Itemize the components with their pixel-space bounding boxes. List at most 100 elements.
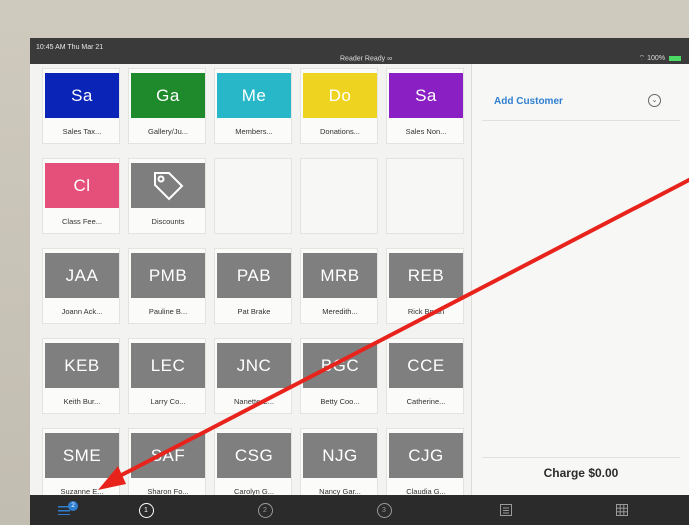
item-tile[interactable]: NJG Nancy Gar... bbox=[300, 428, 378, 504]
item-swatch: Cl bbox=[45, 163, 119, 208]
reader-status: Reader Ready ∞ bbox=[340, 55, 393, 63]
item-tile[interactable]: CSG Carolyn G... bbox=[214, 428, 292, 504]
page-number: 2 bbox=[257, 502, 273, 518]
item-swatch: MRB bbox=[303, 253, 377, 298]
item-abbreviation: CCE bbox=[407, 355, 445, 375]
item-abbreviation: KEB bbox=[64, 355, 100, 375]
item-swatch: Do bbox=[303, 73, 377, 118]
item-tile[interactable]: LEC Larry Co... bbox=[128, 338, 206, 414]
item-tile[interactable]: Ga Gallery/Ju... bbox=[128, 68, 206, 144]
item-abbreviation: JNC bbox=[236, 355, 272, 375]
item-tile[interactable]: Me Members... bbox=[214, 68, 292, 144]
menu-tab[interactable]: 2 bbox=[40, 495, 90, 525]
grid-icon bbox=[616, 504, 628, 516]
item-swatch bbox=[131, 163, 205, 208]
item-name: Betty Coo... bbox=[320, 397, 360, 406]
item-tile[interactable]: MRB Meredith... bbox=[300, 248, 378, 324]
bottom-tab-bar: 2 1 2 3 bbox=[30, 495, 689, 525]
item-tile[interactable]: Sa Sales Non... bbox=[386, 68, 464, 144]
item-tile[interactable]: Sa Sales Tax... bbox=[42, 68, 120, 144]
page-tab-2[interactable]: 2 bbox=[245, 495, 285, 525]
item-name: Gallery/Ju... bbox=[147, 127, 188, 136]
item-swatch: NJG bbox=[303, 433, 377, 478]
item-name: Nanette C... bbox=[233, 397, 275, 406]
item-abbreviation: Cl bbox=[73, 175, 91, 195]
item-swatch: SME bbox=[45, 433, 119, 478]
item-abbreviation: MRB bbox=[320, 265, 360, 285]
item-abbreviation: BGC bbox=[320, 355, 360, 375]
item-abbreviation: Sa bbox=[71, 85, 93, 105]
item-swatch: CCE bbox=[389, 343, 463, 388]
battery-percent: 100% bbox=[647, 55, 666, 62]
item-tile[interactable]: Do Donations... bbox=[300, 68, 378, 144]
item-tile[interactable]: Discounts bbox=[128, 158, 206, 234]
add-customer-button[interactable]: Add Customer bbox=[494, 96, 563, 107]
chevron-down-icon[interactable]: ⌄ bbox=[648, 94, 661, 107]
item-tile[interactable]: JNC Nanette C... bbox=[214, 338, 292, 414]
grid-tab[interactable] bbox=[602, 495, 642, 525]
item-name: Donations... bbox=[319, 127, 361, 136]
item-swatch: SAF bbox=[131, 433, 205, 478]
keypad-list-icon bbox=[500, 504, 512, 516]
item-abbreviation: PMB bbox=[148, 265, 188, 285]
item-tile[interactable]: SME Suzanne E... bbox=[42, 428, 120, 504]
item-swatch: CSG bbox=[217, 433, 291, 478]
item-name: Catherine... bbox=[406, 397, 446, 406]
charge-button[interactable]: Charge $0.00 bbox=[472, 460, 689, 488]
item-name: Class Fee... bbox=[61, 217, 102, 226]
item-tile[interactable]: CJG Claudia G... bbox=[386, 428, 464, 504]
item-name: Meredith... bbox=[322, 307, 358, 316]
wifi-icon: ⌔ bbox=[638, 55, 648, 62]
item-abbreviation: LEC bbox=[150, 355, 186, 375]
item-tile[interactable]: Cl Class Fee... bbox=[42, 158, 120, 234]
item-tile[interactable]: BGC Betty Coo... bbox=[300, 338, 378, 414]
item-tile[interactable]: REB Rick Bryan bbox=[386, 248, 464, 324]
empty-tile-slot bbox=[214, 158, 292, 234]
page-number: 1 bbox=[138, 502, 154, 518]
item-abbreviation: PAB bbox=[236, 265, 272, 285]
pos-screen: 10:45 AM Thu Mar 21 Reader Ready ∞ ⌔ 100… bbox=[30, 38, 689, 525]
item-tile[interactable]: PAB Pat Brake bbox=[214, 248, 292, 324]
item-swatch: Sa bbox=[389, 73, 463, 118]
item-name: Sales Tax... bbox=[62, 127, 102, 136]
item-abbreviation: REB bbox=[407, 265, 445, 285]
item-swatch: KEB bbox=[45, 343, 119, 388]
item-tile[interactable]: PMB Pauline B... bbox=[128, 248, 206, 324]
item-swatch: JAA bbox=[45, 253, 119, 298]
item-name: Sales Non... bbox=[405, 127, 447, 136]
item-name: Pauline B... bbox=[148, 307, 188, 316]
item-swatch: BGC bbox=[303, 343, 377, 388]
page-tab-3[interactable]: 3 bbox=[364, 495, 404, 525]
item-name: Larry Co... bbox=[150, 397, 186, 406]
item-swatch: JNC bbox=[217, 343, 291, 388]
item-abbreviation: Me bbox=[241, 85, 267, 105]
item-abbreviation: NJG bbox=[322, 445, 358, 465]
item-swatch: PMB bbox=[131, 253, 205, 298]
item-abbreviation: Do bbox=[328, 85, 352, 105]
item-swatch: CJG bbox=[389, 433, 463, 478]
status-time: 10:45 AM Thu Mar 21 bbox=[36, 44, 104, 51]
item-swatch: Ga bbox=[131, 73, 205, 118]
item-tile[interactable]: KEB Keith Bur... bbox=[42, 338, 120, 414]
item-swatch: Me bbox=[217, 73, 291, 118]
item-abbreviation: SME bbox=[62, 445, 102, 465]
item-grid: Sa Sales Tax... Ga Gallery/Ju... Me Members..… bbox=[30, 64, 471, 504]
item-name: Joann Ack... bbox=[61, 307, 103, 316]
item-swatch: REB bbox=[389, 253, 463, 298]
item-name: Members... bbox=[235, 127, 273, 136]
keypad-list-tab[interactable] bbox=[486, 495, 526, 525]
item-tile[interactable]: SAF Sharon Fo... bbox=[128, 428, 206, 504]
item-abbreviation: JAA bbox=[65, 265, 99, 285]
item-tile[interactable]: JAA Joann Ack... bbox=[42, 248, 120, 324]
item-swatch: Sa bbox=[45, 73, 119, 118]
tag-icon bbox=[154, 171, 184, 200]
item-name: Rick Bryan bbox=[407, 307, 445, 316]
item-abbreviation: Sa bbox=[415, 85, 437, 105]
item-name: Keith Bur... bbox=[63, 397, 101, 406]
menu-badge: 2 bbox=[68, 501, 78, 511]
battery-icon bbox=[669, 55, 681, 61]
item-tile[interactable]: CCE Catherine... bbox=[386, 338, 464, 414]
status-bar: 10:45 AM Thu Mar 21 Reader Ready ∞ ⌔ 100… bbox=[30, 38, 689, 64]
page-number: 3 bbox=[376, 502, 392, 518]
page-tab-1[interactable]: 1 bbox=[126, 495, 166, 525]
